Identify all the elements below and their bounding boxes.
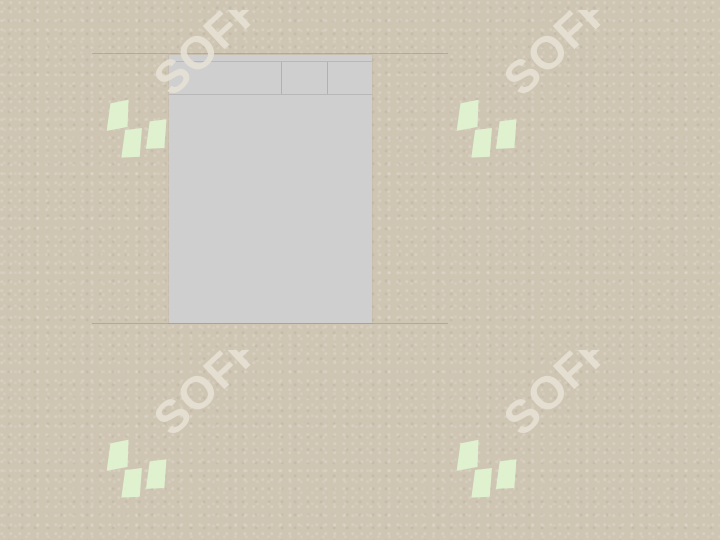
soff-watermark-icon: SOFF	[456, 0, 621, 158]
soff-watermark-icon: SOFF	[456, 321, 621, 498]
header-cell-2	[327, 62, 372, 94]
panel-header	[169, 61, 372, 95]
soff-watermark-2: SOFF	[440, 0, 621, 190]
soff-watermark-icon: SOFF	[106, 321, 271, 498]
top-guide-line	[92, 53, 448, 54]
soff-watermark-4: SOFF	[440, 321, 621, 530]
soff-watermark-text: SOFF	[493, 350, 620, 445]
panel-body	[169, 95, 372, 323]
canvas: SOFF SOFF SOFF SOFF	[0, 0, 720, 540]
soff-watermark-text: SOFF	[143, 350, 270, 445]
soff-watermark-text: SOFF	[493, 10, 620, 105]
soff-watermark-3: SOFF	[90, 321, 271, 530]
gray-panel	[169, 55, 372, 323]
header-cell-1	[281, 62, 327, 94]
bottom-guide-line	[92, 323, 448, 324]
